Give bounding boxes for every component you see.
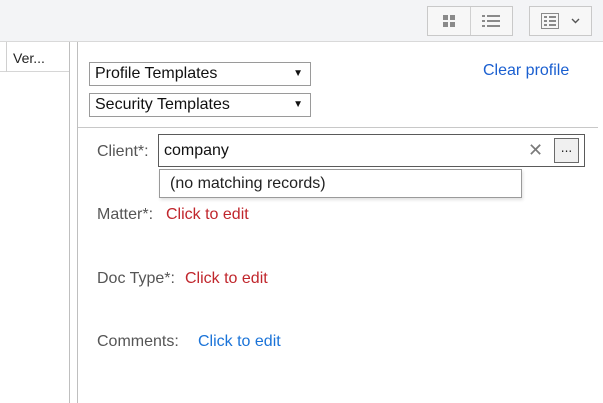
list-view-button[interactable] (469, 7, 513, 35)
client-label: Client*: (97, 143, 149, 160)
version-column-label: Ver... (13, 50, 45, 66)
grid-view-icon (442, 15, 455, 27)
comments-edit-link[interactable]: Click to edit (198, 333, 281, 351)
browse-button[interactable]: ... (554, 138, 579, 163)
clear-input-icon[interactable]: ✕ (528, 140, 543, 161)
doc-type-edit-link[interactable]: Click to edit (185, 270, 268, 288)
list-column-header[interactable]: Ver... (0, 42, 69, 72)
details-layout-icon (541, 13, 559, 29)
top-toolbar (0, 0, 603, 42)
security-templates-value: Security Templates (95, 96, 230, 113)
layout-menu-button[interactable] (529, 6, 592, 36)
client-input-value: company (164, 142, 229, 159)
dropdown-arrow-icon: ▼ (293, 68, 303, 79)
clear-profile-link[interactable]: Clear profile (483, 62, 569, 80)
dropdown-arrow-icon: ▼ (293, 99, 303, 110)
profile-templates-value: Profile Templates (95, 65, 218, 82)
document-list-pane: Ver... (0, 42, 70, 403)
list-view-icon (482, 15, 501, 27)
column-divider[interactable] (6, 42, 7, 72)
chevron-down-icon (571, 18, 580, 24)
client-input[interactable]: company ✕ ... (158, 134, 585, 167)
security-templates-dropdown[interactable]: Security Templates ▼ (89, 93, 311, 117)
template-section: Profile Templates ▼ Security Templates ▼… (78, 42, 598, 128)
view-toggle-group (427, 6, 513, 36)
matter-edit-link[interactable]: Click to edit (166, 206, 249, 224)
autocomplete-suggestion[interactable]: (no matching records) (159, 169, 522, 198)
grid-view-button[interactable] (428, 7, 470, 35)
matter-label: Matter*: (97, 206, 154, 223)
comments-label: Comments: (97, 333, 179, 350)
doc-type-label: Doc Type*: (97, 270, 175, 287)
profile-templates-dropdown[interactable]: Profile Templates ▼ (89, 62, 311, 86)
